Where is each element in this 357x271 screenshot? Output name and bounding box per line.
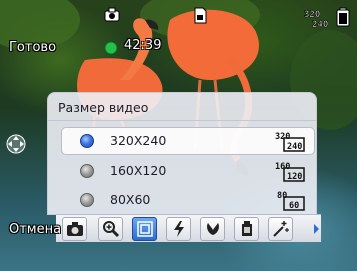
macro-icon — [206, 223, 219, 235]
camera-mode-indicator-icon — [104, 7, 120, 27]
effects-button[interactable] — [268, 217, 293, 241]
radio-unselected-icon[interactable] — [80, 193, 94, 207]
option-80x60[interactable]: 80X60 80 60 — [62, 187, 314, 213]
size-160x120-icon: 160 120 — [274, 160, 308, 186]
flash-icon — [173, 221, 184, 237]
svg-text:120: 120 — [287, 172, 302, 182]
radio-selected-icon[interactable] — [80, 134, 94, 148]
effects-icon — [272, 221, 289, 237]
svg-text:160: 160 — [275, 162, 290, 172]
svg-text:240: 240 — [287, 142, 302, 152]
option-320x240[interactable]: 320X240 320 240 — [62, 128, 314, 154]
macro-button[interactable] — [200, 217, 225, 241]
status-ready-label: Готово — [9, 40, 57, 55]
battery-icon — [335, 7, 351, 31]
storage-card-icon — [193, 7, 207, 28]
video-size-dialog: Размер видео 320X240 320 240 160X120 160… — [47, 92, 317, 215]
white-balance-button[interactable] — [234, 217, 259, 241]
option-label: 160X120 — [110, 163, 167, 178]
radio-unselected-icon[interactable] — [80, 164, 94, 178]
zoom-icon — [102, 221, 119, 238]
flash-button[interactable] — [166, 217, 191, 241]
white-balance-icon — [241, 221, 252, 236]
resolution-badge-top: 320 — [304, 10, 320, 20]
video-size-button[interactable] — [132, 217, 157, 241]
zoom-button[interactable] — [98, 217, 123, 241]
dpad-icon[interactable] — [6, 134, 26, 158]
camera-mode-button[interactable] — [62, 217, 87, 241]
cancel-softkey[interactable]: Отмена — [9, 222, 61, 237]
option-160x120[interactable]: 160X120 160 120 — [62, 158, 314, 184]
svg-text:60: 60 — [289, 201, 299, 211]
resolution-badge: 320 240 — [302, 7, 332, 33]
camera-mode-icon — [66, 222, 83, 236]
record-dot-icon — [104, 40, 118, 59]
option-label: 320X240 — [110, 133, 167, 148]
size-80x60-icon: 80 60 — [274, 189, 308, 215]
dialog-title: Размер видео — [58, 100, 149, 115]
svg-text:320: 320 — [275, 132, 290, 142]
video-size-icon — [136, 221, 153, 237]
recording-timer: 42:39 — [124, 38, 162, 53]
dialog-divider — [48, 120, 316, 121]
chevron-right-icon[interactable] — [314, 224, 319, 234]
size-320x240-icon: 320 240 — [274, 130, 308, 156]
camera-settings-toolbar — [56, 214, 321, 242]
svg-text:80: 80 — [277, 191, 287, 201]
resolution-badge-bottom: 240 — [312, 20, 328, 29]
option-label: 80X60 — [110, 192, 151, 207]
